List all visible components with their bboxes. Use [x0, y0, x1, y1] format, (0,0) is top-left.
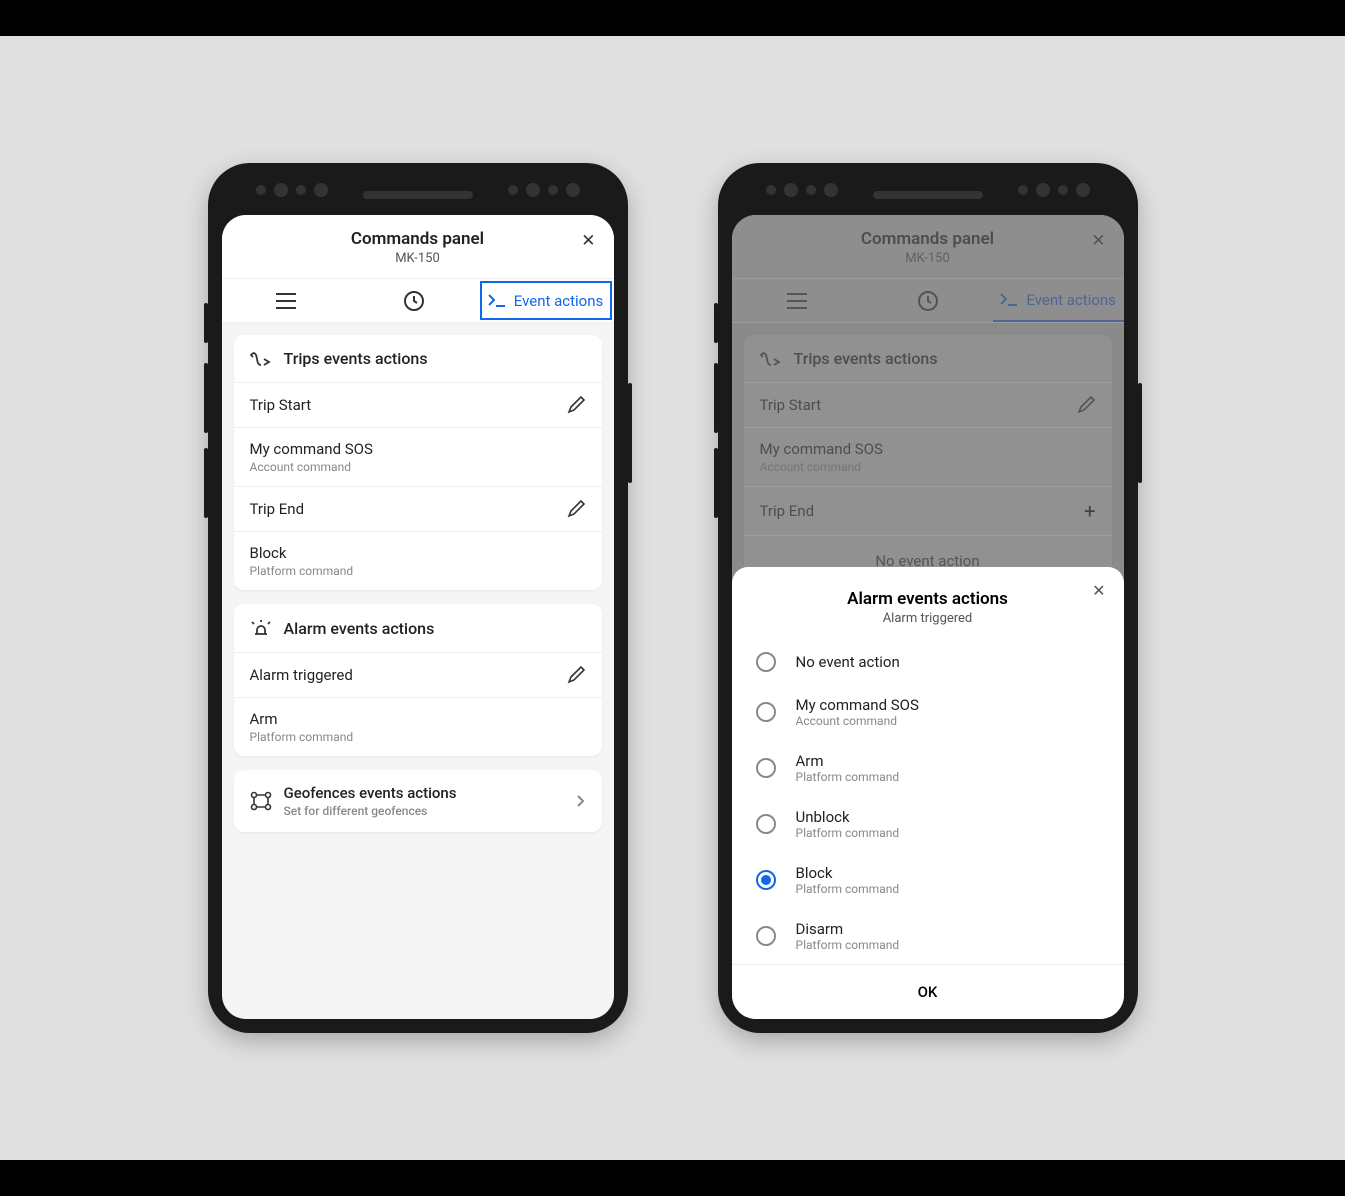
- row-trip-end[interactable]: Trip End: [234, 486, 602, 531]
- card-trips-title: Trips events actions: [284, 349, 428, 368]
- panel-title: Commands panel: [222, 215, 614, 251]
- clock-icon: [403, 290, 425, 312]
- row-my-command-sos[interactable]: My command SOSAccount command: [234, 427, 602, 486]
- route-icon: [250, 350, 272, 368]
- modal-title: Alarm events actions: [732, 583, 1124, 611]
- radio-icon: [756, 758, 776, 778]
- terminal-icon: [488, 294, 506, 308]
- row-arm[interactable]: ArmPlatform command: [234, 697, 602, 756]
- option-sublabel: Platform command: [796, 882, 900, 896]
- radio-icon: [756, 814, 776, 834]
- option-no-event-action[interactable]: No event action: [732, 640, 1124, 684]
- row-alarm-triggered[interactable]: Alarm triggered: [234, 652, 602, 697]
- phone-right: Commands panel MK-150 ✕ Event actions: [718, 163, 1138, 1033]
- edit-icon[interactable]: [566, 665, 586, 685]
- card-alarm: Alarm events actions Alarm triggered Arm…: [234, 604, 602, 756]
- card-trips: Trips events actions Trip Start My comma…: [234, 335, 602, 590]
- chevron-right-icon: [576, 794, 586, 808]
- option-sublabel: Account command: [796, 714, 919, 728]
- option-sublabel: Platform command: [796, 770, 900, 784]
- option-sublabel: Platform command: [796, 826, 900, 840]
- ok-button[interactable]: OK: [732, 964, 1124, 1019]
- modal-alarm-actions: ✕ Alarm events actions Alarm triggered N…: [732, 567, 1124, 1019]
- option-my-command-sos[interactable]: My command SOSAccount command: [732, 684, 1124, 740]
- modal-close-icon[interactable]: ✕: [1092, 581, 1105, 600]
- card-geofences[interactable]: Geofences events actions Set for differe…: [234, 770, 602, 832]
- radio-icon: [756, 870, 776, 890]
- option-label: My command SOS: [796, 696, 919, 714]
- geofence-icon: [250, 791, 272, 811]
- card-geofences-sub: Set for different geofences: [284, 804, 457, 818]
- radio-icon: [756, 652, 776, 672]
- option-disarm[interactable]: DisarmPlatform command: [732, 908, 1124, 964]
- alarm-icon: [250, 618, 272, 638]
- option-label: Block: [796, 864, 900, 882]
- list-icon: [276, 293, 296, 309]
- option-arm[interactable]: ArmPlatform command: [732, 740, 1124, 796]
- row-trip-start[interactable]: Trip Start: [234, 382, 602, 427]
- option-block[interactable]: BlockPlatform command: [732, 852, 1124, 908]
- tab-history[interactable]: [350, 279, 478, 322]
- tab-event-actions[interactable]: Event actions: [480, 281, 612, 320]
- panel-subtitle: MK-150: [222, 251, 614, 278]
- phone-left: Commands panel MK-150 ✕ Event actions: [208, 163, 628, 1033]
- edit-icon[interactable]: [566, 499, 586, 519]
- edit-icon[interactable]: [566, 395, 586, 415]
- option-label: Disarm: [796, 920, 900, 938]
- radio-icon: [756, 926, 776, 946]
- option-label: No event action: [796, 653, 900, 671]
- modal-subtitle: Alarm triggered: [732, 611, 1124, 640]
- tab-list[interactable]: [222, 279, 350, 322]
- card-geofences-title: Geofences events actions: [284, 784, 457, 802]
- close-icon[interactable]: ✕: [581, 231, 595, 251]
- row-block[interactable]: BlockPlatform command: [234, 531, 602, 590]
- card-alarm-title: Alarm events actions: [284, 619, 435, 638]
- option-unblock[interactable]: UnblockPlatform command: [732, 796, 1124, 852]
- radio-icon: [756, 702, 776, 722]
- option-label: Unblock: [796, 808, 900, 826]
- option-sublabel: Platform command: [796, 938, 900, 952]
- option-label: Arm: [796, 752, 900, 770]
- tab-event-actions-label: Event actions: [514, 292, 604, 310]
